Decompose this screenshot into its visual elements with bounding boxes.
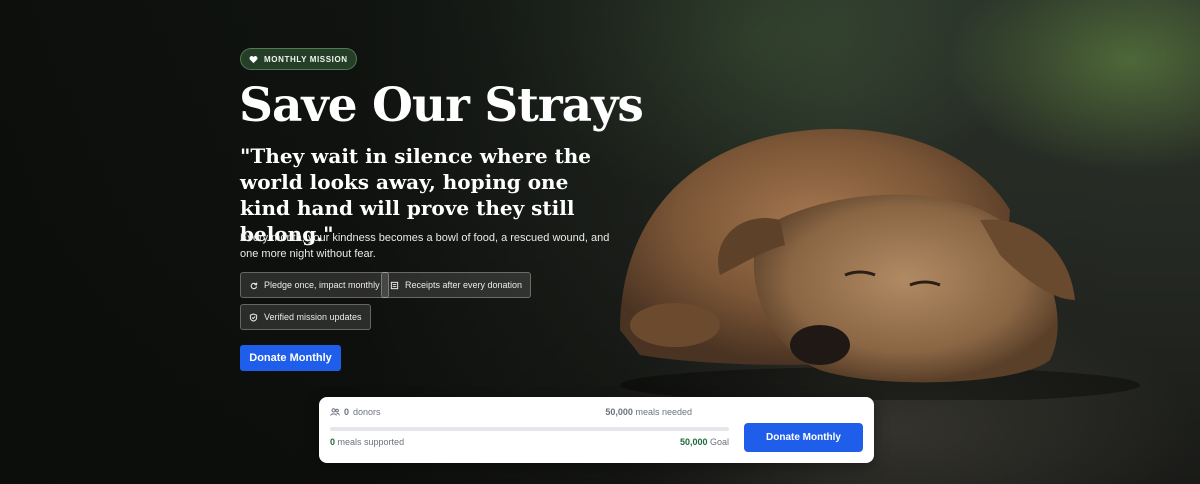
refresh-icon (250, 282, 258, 289)
shield-check-icon (249, 312, 258, 322)
card-donate-monthly-button[interactable]: Donate Monthly (744, 423, 863, 452)
meals-supported: 0 meals supported (330, 437, 404, 447)
progress-bar (330, 427, 729, 431)
hero-description: Every month, your kindness becomes a bow… (240, 232, 610, 260)
meals-needed-label: meals needed (635, 407, 692, 417)
goal-value: 50,000 (679, 437, 708, 447)
chip-label: Pledge once, impact monthly (264, 280, 380, 290)
progress-card: 0 donors 50,000 meals needed 0 meals sup… (319, 397, 874, 463)
users-icon (330, 408, 340, 416)
donor-count: 0 donors (330, 407, 381, 417)
badge-label: MONTHLY MISSION (264, 54, 348, 64)
chip-label: Receipts after every donation (405, 280, 523, 290)
meals-supported-value: 0 (330, 437, 336, 447)
feature-chip-pledge: Pledge once, impact monthly (240, 272, 389, 298)
receipt-icon (390, 281, 399, 289)
donate-monthly-button[interactable]: Donate Monthly (240, 345, 341, 371)
donor-count-label: donors (353, 407, 381, 417)
feature-chip-updates: Verified mission updates (240, 304, 371, 330)
goal: 50,000 Goal (680, 437, 729, 447)
meals-needed-value: 50,000 (605, 407, 633, 417)
hero-dog-image (620, 128, 1140, 400)
chip-label: Verified mission updates (264, 312, 362, 322)
meals-supported-label: meals supported (337, 437, 405, 447)
hero-section: MONTHLY MISSION Save Our Strays "They wa… (0, 0, 1200, 484)
donor-count-value: 0 (344, 407, 350, 417)
monthly-mission-badge: MONTHLY MISSION (240, 48, 357, 70)
meals-needed: 50,000 meals needed (605, 407, 692, 417)
heart-icon (249, 55, 258, 63)
page-title: Save Our Strays (239, 78, 644, 133)
feature-chip-receipts: Receipts after every donation (381, 272, 532, 298)
goal-label: Goal (709, 437, 729, 447)
